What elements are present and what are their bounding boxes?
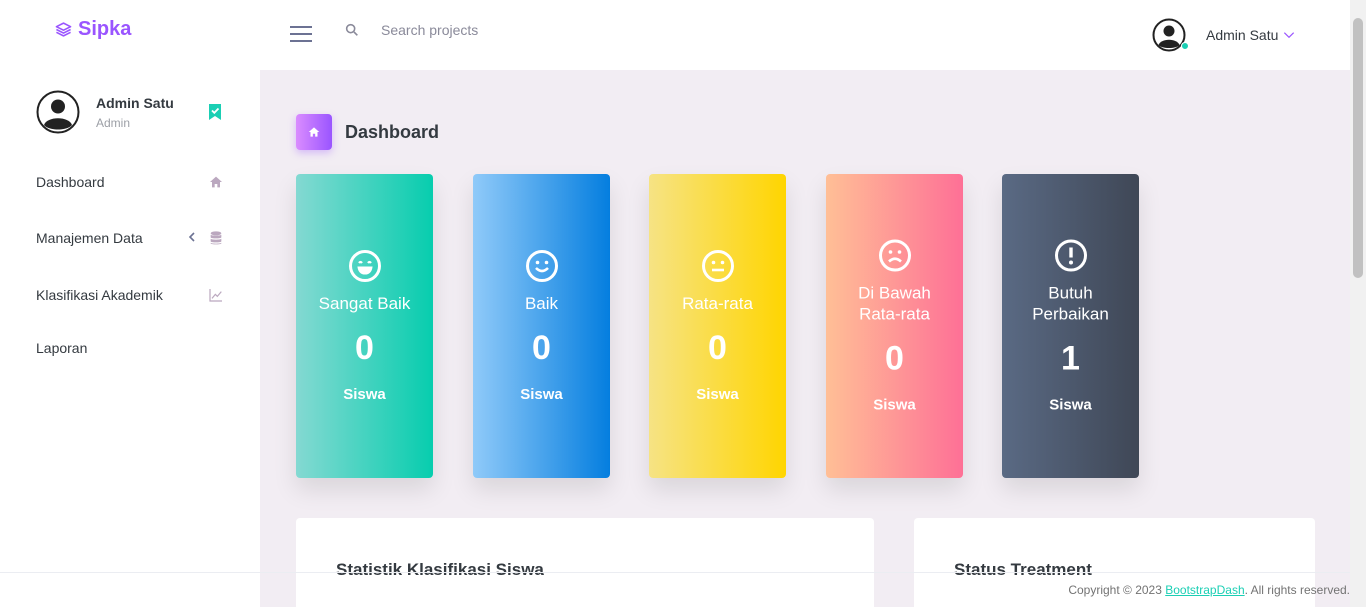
sad-face-icon (878, 239, 911, 272)
card-title: Di Bawah Rata-rata (858, 283, 931, 324)
page-scrollbar[interactable] (1350, 0, 1366, 607)
alert-circle-icon (1054, 239, 1087, 272)
card-title: Butuh Perbaikan (1032, 283, 1109, 324)
statistics-panel: Statistik Klasifikasi Siswa (296, 518, 874, 607)
statistics-panel-title: Statistik Klasifikasi Siswa (336, 560, 544, 579)
chart-line-icon (209, 289, 222, 302)
home-icon (308, 127, 320, 137)
profile-dropdown[interactable]: Admin Satu (1152, 18, 1296, 52)
search-input[interactable] (381, 22, 601, 38)
sidebar-item-laporan[interactable]: Laporan (36, 337, 226, 359)
footer-divider (0, 572, 1350, 573)
card-title: Rata-rata (682, 294, 753, 313)
sidebar-user-role: Admin (96, 116, 131, 130)
status-panel-title: Status Treatment (954, 560, 1092, 579)
smile-face-icon (525, 250, 558, 282)
sidebar-item-klasifikasi-akademik[interactable]: Klasifikasi Akademik (36, 284, 226, 306)
card-unit: Siswa (873, 396, 916, 414)
online-status-dot (1181, 42, 1189, 50)
neutral-face-icon (701, 250, 734, 282)
sidebar-item-label: Laporan (36, 340, 88, 356)
scrollbar-thumb[interactable] (1353, 18, 1363, 278)
top-navbar: Sipka Admin Satu (0, 0, 1350, 70)
profile-name: Admin Satu (1206, 27, 1279, 43)
sidebar-item-label: Klasifikasi Akademik (36, 287, 163, 303)
card-value: 0 (532, 329, 551, 367)
brand-name: Sipka (78, 18, 132, 40)
search-bar (344, 22, 601, 38)
sidebar-item-manajemen-data[interactable]: Manajemen Data (36, 227, 226, 249)
card-title: Baik (524, 294, 559, 313)
page-title: Dashboard (345, 121, 440, 142)
card-unit: Siswa (343, 386, 386, 403)
card-title: Sangat Baik (318, 294, 411, 313)
stat-card-rata-rata[interactable]: Rata-rata 0 Siswa (649, 174, 786, 478)
layers-icon (55, 22, 72, 37)
sidebar: Admin Satu Admin Dashboard Manajemen Dat… (0, 70, 260, 607)
database-icon (210, 231, 222, 245)
card-value: 1 (1061, 339, 1080, 378)
card-unit: Siswa (520, 386, 563, 403)
stat-card-baik[interactable]: Baik 0 Siswa (473, 174, 610, 478)
sidebar-profile[interactable]: Admin Satu Admin (36, 90, 236, 136)
stat-card-sangat-baik[interactable]: Sangat Baik 0 Siswa (296, 174, 433, 478)
sidebar-item-label: Manajemen Data (36, 230, 143, 246)
chevron-down-icon (1284, 32, 1295, 39)
page-title-icon (296, 114, 332, 150)
menu-toggle-button[interactable] (290, 26, 312, 44)
stat-card-di-bawah-rata-rata[interactable]: Di Bawah Rata-rata 0 Siswa (826, 174, 963, 478)
bookmark-check-icon (209, 104, 221, 120)
footer-rights: . All rights reserved. (1244, 583, 1350, 597)
footer: Copyright © 2023 BootstrapDash. All righ… (1068, 583, 1350, 597)
happy-face-icon (348, 250, 381, 282)
avatar (1152, 18, 1189, 52)
sidebar-user-name: Admin Satu (96, 95, 174, 111)
stat-card-butuh-perbaikan[interactable]: Butuh Perbaikan 1 Siswa (1002, 174, 1139, 478)
card-value: 0 (355, 329, 374, 367)
brand-logo[interactable]: Sipka (55, 18, 131, 41)
chevron-left-icon (188, 232, 195, 242)
sidebar-item-dashboard[interactable]: Dashboard (36, 171, 226, 193)
card-unit: Siswa (1049, 396, 1092, 414)
card-value: 0 (708, 329, 727, 367)
card-value: 0 (885, 339, 904, 378)
page-header: Dashboard (296, 114, 439, 150)
home-icon (210, 176, 222, 188)
user-avatar-icon (36, 90, 80, 134)
search-icon (345, 23, 358, 36)
card-unit: Siswa (696, 386, 739, 403)
footer-link[interactable]: BootstrapDash (1165, 583, 1244, 597)
sidebar-item-label: Dashboard (36, 174, 105, 190)
footer-copyright: Copyright © 2023 (1068, 583, 1166, 597)
